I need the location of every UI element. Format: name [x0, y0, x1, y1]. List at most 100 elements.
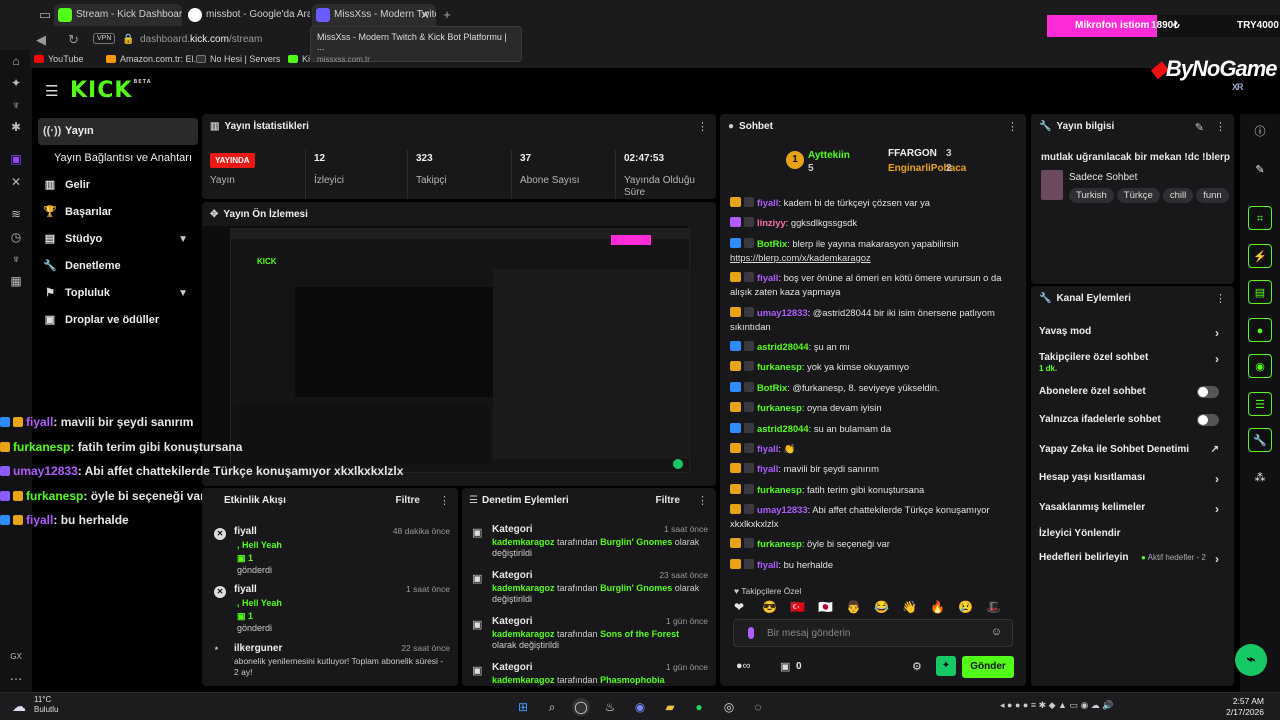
url-field[interactable]: dashboard.kick.com/stream: [140, 34, 262, 45]
kebab-menu-icon[interactable]: ⋮: [697, 120, 708, 133]
emote-button[interactable]: 🎩: [986, 600, 1014, 614]
tag[interactable]: funn: [1196, 188, 1229, 203]
opera-gx-icon[interactable]: ◯: [572, 698, 590, 716]
emote-button[interactable]: 👋: [902, 600, 930, 614]
channel-action-item[interactable]: İzleyici Yönlendir: [1039, 528, 1229, 539]
list-icon[interactable]: ☰: [1248, 392, 1272, 416]
chat-username[interactable]: umay12833: [757, 504, 808, 515]
chat-username[interactable]: furkanesp: [757, 484, 802, 495]
emote-button[interactable]: 👨: [846, 600, 874, 614]
kebab-menu-icon[interactable]: ⋮: [1215, 292, 1226, 305]
points-icon[interactable]: ●∞: [736, 660, 751, 672]
chat-username[interactable]: furkanesp: [757, 361, 802, 372]
info-icon[interactable]: ⓘ: [1248, 120, 1272, 144]
more-icon[interactable]: ⋯: [9, 672, 23, 686]
toggle-switch[interactable]: [1197, 414, 1219, 426]
clock[interactable]: 2:57 AM 2/17/2026: [1226, 696, 1264, 718]
channel-action-item[interactable]: Yasaklanmış kelimeler ›: [1039, 502, 1229, 516]
tag[interactable]: Türkçe: [1116, 188, 1160, 203]
emote-button[interactable]: 😎: [762, 600, 790, 614]
emote-button[interactable]: 🇹🇷: [790, 600, 818, 614]
steam-icon[interactable]: ♨: [601, 698, 619, 716]
chat-username[interactable]: fiyall: [757, 463, 778, 474]
bookmark-nohesi[interactable]: No Hesi | Servers: [196, 54, 280, 64]
channel-action-item[interactable]: Abonelere özel sohbet: [1039, 386, 1229, 398]
discord-icon[interactable]: ◉: [631, 698, 649, 716]
channel-action-item[interactable]: Yavaş mod ›: [1039, 326, 1229, 340]
emote-button[interactable]: ❤: [734, 600, 762, 614]
category-name[interactable]: Sadece Sohbet: [1069, 172, 1137, 183]
windows-start-icon[interactable]: ⊞: [514, 698, 532, 716]
close-tab-icon[interactable]: ✕: [420, 4, 430, 26]
cube-icon[interactable]: ▦: [9, 274, 23, 288]
gift-icon[interactable]: ▣: [780, 660, 790, 673]
kick-app-icon[interactable]: ◎: [720, 698, 738, 716]
bookmark-amazon[interactable]: Amazon.com.tr: El...: [106, 54, 201, 64]
bottle-icon[interactable]: ♆: [9, 98, 23, 112]
chat-username[interactable]: umay12833: [757, 307, 808, 318]
bookmark-kick[interactable]: Ki: [288, 54, 310, 64]
nav-drops[interactable]: ▣ Droplar ve ödüller: [38, 307, 198, 334]
channel-action-item[interactable]: Hesap yaşı kısıtlaması ›: [1039, 472, 1229, 486]
folder-icon[interactable]: ▰: [661, 698, 679, 716]
chat-username[interactable]: furkanesp: [757, 402, 802, 413]
kebab-menu-icon[interactable]: ⋮: [1007, 120, 1018, 133]
reload-icon[interactable]: ↻: [68, 32, 79, 48]
search-icon[interactable]: ⌕: [543, 698, 561, 716]
send-button[interactable]: Gönder: [962, 656, 1014, 678]
nav-stream-key[interactable]: Yayın Bağlantısı ve Anahtarı: [38, 145, 198, 172]
channel-action-item[interactable]: Takipçilere özel sohbet 1 dk. ›: [1039, 352, 1229, 373]
x-icon[interactable]: ✕: [9, 175, 23, 189]
activity-filter-button[interactable]: Filtre: [396, 495, 420, 506]
new-tab-icon[interactable]: +: [440, 8, 454, 22]
broadcast-icon[interactable]: ◉: [1248, 354, 1272, 378]
bot-icon[interactable]: ✦: [936, 656, 956, 676]
emoji-icon[interactable]: ☺: [991, 626, 1002, 638]
nav-moderation[interactable]: 🔧 Denetleme: [38, 253, 198, 280]
menu-icon[interactable]: ☰: [45, 82, 58, 100]
chat-username[interactable]: fiyall: [757, 559, 778, 570]
tab-google-search[interactable]: missbot - Google'da Ara: [184, 4, 310, 26]
channel-action-item[interactable]: Yalnızca ifadelerle sohbet: [1039, 414, 1229, 426]
chat-username[interactable]: BotRix: [757, 238, 787, 249]
kebab-menu-icon[interactable]: ⋮: [1215, 120, 1226, 133]
nav-community[interactable]: ⚑ Topluluk ▼: [38, 280, 198, 307]
chat-username[interactable]: BotRix: [757, 382, 787, 393]
history-icon[interactable]: ◷: [9, 230, 23, 244]
tray-icons[interactable]: ◂ ● ● ● ≡ ✱ ◆ ▲ ▭ ◉ ☁ 🔊: [1000, 700, 1114, 711]
chat-username[interactable]: linziyy: [757, 217, 786, 228]
kick-logo[interactable]: KICKBETA: [70, 78, 152, 103]
document-icon[interactable]: ▤: [1248, 280, 1272, 304]
emote-button[interactable]: 🇯🇵: [818, 600, 846, 614]
chat-input[interactable]: Bir mesaj gönderin ☺: [733, 619, 1013, 647]
toggle-switch[interactable]: [1197, 386, 1219, 398]
settings-gear-icon[interactable]: ⚙: [912, 660, 922, 673]
tag[interactable]: Turkish: [1069, 188, 1114, 203]
chat-username[interactable]: astrid28044: [757, 341, 809, 352]
weather-widget[interactable]: 11°C Bulutlu: [34, 695, 58, 715]
emote-button[interactable]: 🔥: [930, 600, 958, 614]
tag[interactable]: chill: [1162, 188, 1194, 203]
channel-action-item[interactable]: Hedefleri belirleyin ● Aktif hedefler - 2…: [1039, 552, 1229, 566]
nav-stream[interactable]: ((·)) Yayın: [38, 118, 198, 145]
nav-achievements[interactable]: 🏆 Başarılar: [38, 199, 198, 226]
nav-revenue[interactable]: ▥ Gelir: [38, 172, 198, 199]
pencil-icon[interactable]: ✎: [1248, 158, 1272, 182]
tab-missxss[interactable]: MissXss - Modern Twitch ✕: [312, 4, 436, 26]
vpn-badge[interactable]: VPN: [93, 33, 116, 44]
moderation-filter-button[interactable]: Filtre: [656, 495, 680, 506]
wrench-icon[interactable]: 🔧: [1248, 428, 1272, 452]
bookmark-youtube[interactable]: YouTube: [34, 54, 83, 64]
tab-kick-dashboard[interactable]: Stream - Kick Dashboard: [54, 4, 182, 26]
obs-icon[interactable]: ◌: [749, 698, 767, 716]
chat-username[interactable]: furkanesp: [757, 538, 802, 549]
emote-button[interactable]: 😂: [874, 600, 902, 614]
channel-action-item[interactable]: Yapay Zeka ile Sohbet Denetimi ↗: [1039, 444, 1229, 455]
twitch-icon[interactable]: ▣: [9, 152, 23, 166]
emote-button[interactable]: 😢: [958, 600, 986, 614]
chat-username[interactable]: fiyall: [757, 272, 778, 283]
support-chat-icon[interactable]: ⌁: [1235, 644, 1267, 676]
clip-icon[interactable]: ⌗: [1248, 206, 1272, 230]
compass-icon[interactable]: ✦: [9, 76, 23, 90]
tab-manager-icon[interactable]: ▭: [38, 8, 52, 22]
